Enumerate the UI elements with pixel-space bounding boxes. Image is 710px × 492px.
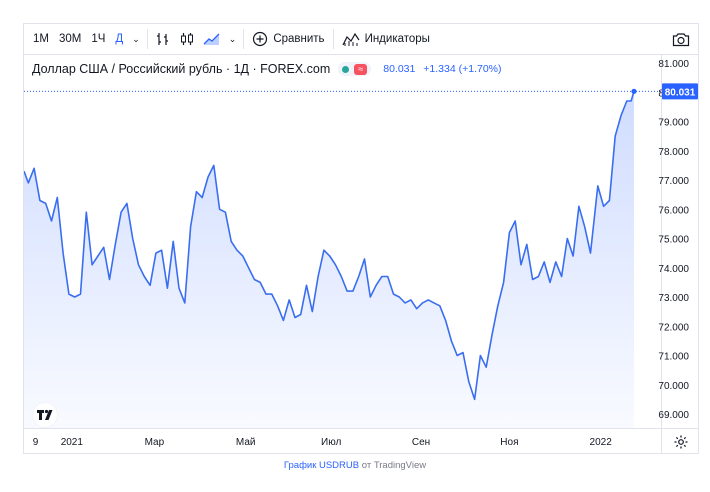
last-price: 80.031	[383, 63, 416, 75]
time-tick-label: 2021	[61, 437, 84, 448]
attribution-link[interactable]: График USDRUB	[284, 460, 359, 471]
price-tick-label: 79.000	[658, 118, 689, 129]
symbol-legend: Доллар США / Российский рубль · 1Д · FOR…	[32, 61, 507, 77]
time-tick-label: Мар	[145, 437, 165, 448]
price-tick-label: 69.000	[658, 410, 689, 421]
gear-icon[interactable]	[672, 433, 690, 451]
chart-widget: 1М 30М 1Ч Д ⌄ ⌄ Сравнить Индикаторы 81.0…	[23, 23, 699, 454]
price-chart[interactable]: 81.00080.00079.00078.00077.00076.00075.0…	[24, 24, 698, 453]
last-quote: 80.031 +1.334 (+1.70%)	[383, 63, 506, 75]
price-tick-label: 72.000	[658, 322, 689, 333]
attribution: График USDRUB от TradingView	[0, 460, 710, 471]
price-tick-label: 81.000	[658, 59, 689, 70]
attribution-suffix: от TradingView	[359, 460, 427, 471]
price-change: +1.334 (+1.70%)	[423, 63, 502, 75]
time-tick-label: Июл	[321, 437, 341, 448]
market-status-pill[interactable]: ≈	[338, 62, 372, 76]
market-open-dot-icon	[342, 65, 350, 73]
last-price-axis-label: 80.031	[665, 87, 696, 98]
price-tick-label: 73.000	[658, 293, 689, 304]
price-area-fill	[24, 91, 634, 429]
price-tick-label: 75.000	[658, 235, 689, 246]
symbol-title: Доллар США / Российский рубль · 1Д · FOR…	[32, 62, 331, 76]
time-tick-label: Ноя	[500, 437, 518, 448]
price-tick-label: 76.000	[658, 205, 689, 216]
data-delay-icon: ≈	[354, 63, 368, 75]
price-tick-label: 70.000	[658, 381, 689, 392]
price-tick-label: 78.000	[658, 147, 689, 158]
tradingview-logo-icon[interactable]	[33, 403, 57, 427]
price-tick-label: 71.000	[658, 352, 689, 363]
price-tick-label: 74.000	[658, 264, 689, 275]
price-scale[interactable]: 81.00080.00079.00078.00077.00076.00075.0…	[658, 55, 698, 453]
time-tick-label: Май	[236, 437, 256, 448]
last-point-marker	[631, 88, 637, 94]
time-tick-label: 9	[33, 437, 39, 448]
price-tick-label: 77.000	[658, 176, 689, 187]
time-tick-label: 2022	[590, 437, 613, 448]
time-scale[interactable]: 9 2021 Мар Май Июл Сен Ноя 2022	[24, 428, 698, 449]
time-tick-label: Сен	[412, 437, 430, 448]
